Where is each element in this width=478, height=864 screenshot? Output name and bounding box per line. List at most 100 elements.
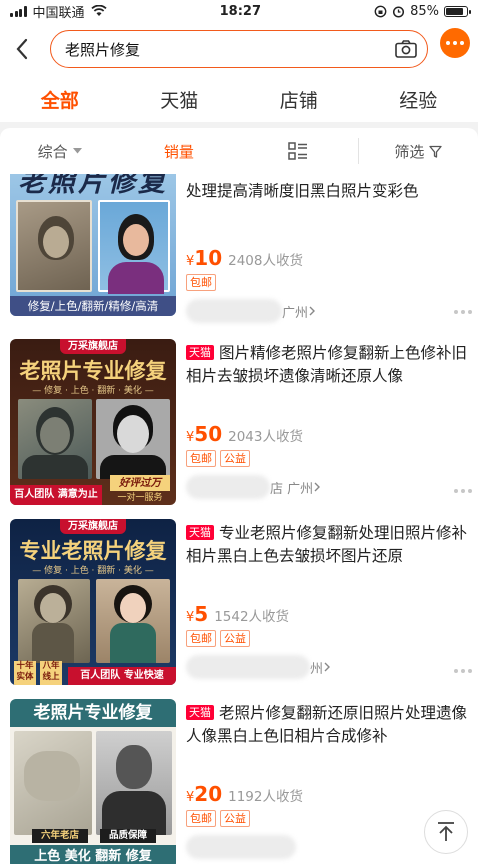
- shop-link[interactable]: 广州: [186, 299, 470, 323]
- chevron-left-icon: [16, 38, 28, 60]
- sort-sales-label: 销量: [163, 142, 194, 161]
- product-title[interactable]: 天猫 专业老照片修复翻新处理旧照片修补相片黑白上色去皱损坏图片还原: [186, 522, 470, 568]
- thumbnail-footer: 修复/上色/翻新/精修/高清: [10, 296, 176, 316]
- product-thumbnail: 老照片修复 修复/上色/翻新/精修/高清: [10, 174, 176, 316]
- thumbnail-banner: 老照片专业修复: [19, 359, 167, 383]
- more-menu-button[interactable]: [440, 28, 470, 58]
- camera-icon[interactable]: [395, 39, 417, 59]
- chevron-right-icon: [309, 306, 316, 316]
- shop-link[interactable]: 店 广州: [186, 475, 470, 499]
- thumbnail-banner: 老照片修复: [18, 174, 168, 198]
- thumbnail-footer-b: 八年线上: [40, 661, 62, 685]
- search-input[interactable]: 老照片修复: [50, 30, 428, 68]
- filter-label: 筛选: [394, 142, 425, 161]
- currency-symbol: ¥: [186, 430, 195, 445]
- tab-experience[interactable]: 经验: [399, 86, 437, 113]
- arrow-up-icon: [438, 822, 454, 841]
- list-item[interactable]: 万采旗舰店 专业老照片修复 — 修复 · 上色 · 翻新 · 美化 — 十年实体…: [0, 519, 478, 699]
- tab-shops[interactable]: 店铺: [280, 86, 318, 113]
- shop-link[interactable]: 州: [186, 655, 470, 679]
- tab-tmall[interactable]: 天猫: [160, 86, 198, 113]
- product-title[interactable]: 天猫 图片精修老照片修复翻新上色修补旧相片去皱损坏遗像清晰还原人像: [186, 342, 470, 388]
- thumbnail-footer-right: 百人团队 专业快速: [68, 667, 176, 685]
- rotation-lock-icon: [374, 5, 387, 17]
- filter-button[interactable]: 筛选: [359, 141, 478, 162]
- sold-count: 1192人收货: [228, 789, 303, 805]
- alarm-icon: [393, 5, 405, 18]
- sold-count: 1542人收货: [214, 609, 290, 625]
- view-toggle[interactable]: [239, 142, 358, 160]
- photo-after: [96, 731, 172, 835]
- product-price: 20: [194, 782, 223, 806]
- product-info: 天猫 专业老照片修复翻新处理旧照片修补相片黑白上色去皱损坏图片还原 ¥ 5 154…: [176, 519, 478, 699]
- free-shipping-tag: 包邮: [186, 450, 216, 467]
- thumbnail-subtitle: — 修复 · 上色 · 翻新 · 美化 —: [32, 566, 154, 576]
- product-price: 50: [194, 422, 223, 446]
- signal-icon: [10, 5, 27, 17]
- photo-before: [18, 579, 90, 663]
- photo-after: [96, 579, 170, 663]
- sold-count: 2043人收货: [228, 429, 303, 445]
- thumbnail-banner: 专业老照片修复: [19, 539, 167, 563]
- tab-all[interactable]: 全部: [41, 86, 79, 113]
- product-title-text: 专业老照片修复翻新处理旧照片修补相片黑白上色去皱损坏图片还原: [186, 524, 468, 565]
- photo-after: [96, 399, 170, 479]
- thumbnail-footer-b: 品质保障: [100, 829, 156, 843]
- product-info: 天猫 图片精修老照片修复翻新上色修补旧相片去皱损坏遗像清晰还原人像 ¥ 50 20…: [176, 339, 478, 519]
- product-price: 5: [194, 602, 209, 626]
- thumbnail-footer-items: 上色 美化 翻新 修复: [10, 845, 176, 864]
- store-badge: 万采旗舰店: [60, 519, 126, 534]
- category-tabs: 全部 天猫 店铺 经验: [0, 76, 478, 122]
- sold-count: 2408人收货: [228, 253, 303, 269]
- sort-sales[interactable]: 销量: [119, 141, 238, 162]
- shop-location: 广州: [282, 305, 309, 321]
- product-thumbnail: 老照片专业修复 六年老店 品质保障 上色 美化 翻新 修复: [10, 699, 176, 864]
- currency-symbol: ¥: [186, 790, 195, 805]
- more-options-icon[interactable]: [454, 669, 472, 673]
- thumbnail-footer-a: 十年实体: [14, 661, 36, 685]
- more-options-icon[interactable]: [454, 310, 472, 314]
- product-thumbnail: 万采旗舰店 老照片专业修复 — 修复 · 上色 · 翻新 · 美化 — 百人团队…: [10, 339, 176, 505]
- product-title[interactable]: 天猫 老照片修复翻新还原旧照片处理遗像人像黑白上色旧相片合成修补: [186, 702, 470, 748]
- currency-symbol: ¥: [186, 254, 195, 269]
- clock: 18:27: [219, 3, 261, 19]
- product-title-text: 老照片修复翻新还原旧照片处理遗像人像黑白上色旧相片合成修补: [186, 704, 468, 745]
- caret-down-icon: [72, 148, 82, 154]
- sort-comprehensive-label: 综合: [37, 142, 68, 161]
- thumbnail-footer-left: 百人团队 满意为止: [10, 485, 102, 505]
- thumbnail-footer-right-bottom: 一对一服务: [117, 493, 163, 503]
- sort-filter-bar: 综合 销量 筛选: [0, 128, 478, 174]
- shop-location: 店 广州: [270, 481, 314, 497]
- free-shipping-tag: 包邮: [186, 274, 216, 291]
- status-bar: 中国联通 18:27 85%: [0, 0, 478, 22]
- charity-tag: 公益: [220, 810, 250, 827]
- list-item[interactable]: 万采旗舰店 老照片专业修复 — 修复 · 上色 · 翻新 · 美化 — 百人团队…: [0, 339, 478, 519]
- free-shipping-tag: 包邮: [186, 630, 216, 647]
- battery-icon: [444, 5, 471, 17]
- list-view-icon: [288, 142, 308, 160]
- battery-percent: 85%: [410, 3, 439, 19]
- back-button[interactable]: [8, 29, 36, 69]
- store-badge: 万采旗舰店: [60, 339, 126, 354]
- product-title-text: 图片精修老照片修复翻新上色修补旧相片去皱损坏遗像清晰还原人像: [186, 344, 468, 385]
- thumbnail-subtitle: — 修复 · 上色 · 翻新 · 美化 —: [32, 386, 154, 396]
- carrier-label: 中国联通: [32, 5, 85, 21]
- product-list: 老照片修复 修复/上色/翻新/精修/高清 处理提高清晰度旧黑白照片变彩色 ¥ 1…: [0, 174, 478, 864]
- sort-comprehensive[interactable]: 综合: [0, 141, 119, 162]
- photo-before: [14, 731, 92, 835]
- search-query: 老照片修复: [65, 40, 141, 59]
- tmall-badge: 天猫: [186, 345, 214, 360]
- shop-location: 州: [310, 661, 324, 677]
- list-item[interactable]: 老照片专业修复 六年老店 品质保障 上色 美化 翻新 修复 天猫 老照片修复翻新还…: [0, 699, 478, 864]
- tmall-badge: 天猫: [186, 705, 214, 720]
- search-header: 老照片修复: [0, 22, 478, 76]
- back-to-top-button[interactable]: [424, 810, 468, 854]
- more-options-icon[interactable]: [454, 489, 472, 493]
- charity-tag: 公益: [220, 630, 250, 647]
- chevron-right-icon: [324, 662, 331, 672]
- thumbnail-banner: 老照片专业修复: [10, 699, 176, 727]
- product-price: 10: [194, 246, 223, 270]
- product-thumbnail: 万采旗舰店 专业老照片修复 — 修复 · 上色 · 翻新 · 美化 — 十年实体…: [10, 519, 176, 685]
- list-item[interactable]: 老照片修复 修复/上色/翻新/精修/高清 处理提高清晰度旧黑白照片变彩色 ¥ 1…: [0, 174, 478, 339]
- product-title[interactable]: 处理提高清晰度旧黑白照片变彩色: [186, 180, 470, 203]
